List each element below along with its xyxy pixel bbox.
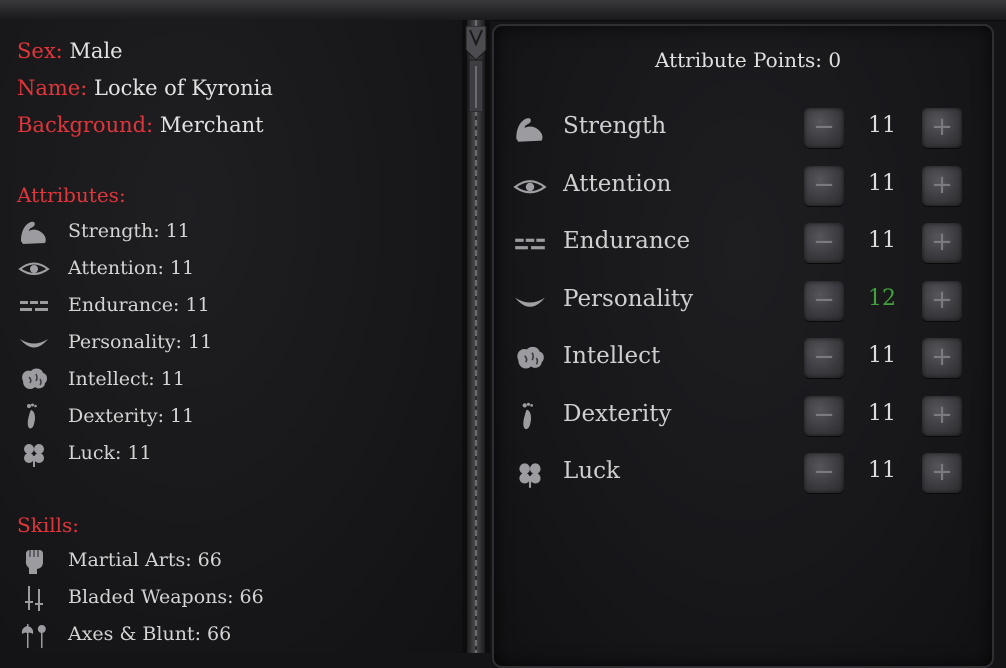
- eye-icon: [17, 254, 51, 284]
- alloc-value-strength: 11: [868, 113, 896, 138]
- alloc-value-endurance: 11: [868, 228, 896, 253]
- smile-icon: [512, 285, 548, 319]
- alloc-row-attention: Attention − 11 +: [512, 166, 972, 214]
- sex-line: Sex: Male: [17, 39, 123, 63]
- flexed-arm-icon: [512, 112, 548, 146]
- footprint-icon: [512, 400, 548, 434]
- alloc-row-strength: Strength − 11 +: [512, 108, 972, 156]
- divider-chain: [475, 20, 477, 653]
- background-line: Background: Merchant: [17, 113, 264, 137]
- background-value: Merchant: [159, 113, 264, 137]
- summary-row-strength: Strength: 11: [17, 217, 437, 249]
- skill-row-axes-blunt: Axes & Blunt: 66: [17, 620, 437, 652]
- summary-luck: Luck: 11: [68, 442, 152, 464]
- attributes-header: Attributes:: [17, 183, 126, 207]
- name-value: Locke of Kyronia: [94, 76, 273, 100]
- smile-icon: [17, 328, 51, 358]
- skill-martial-arts: Martial Arts: 66: [68, 549, 222, 571]
- alloc-row-luck: Luck − 11 +: [512, 453, 972, 501]
- bricks-icon: [17, 291, 51, 321]
- top-frame: [0, 0, 1006, 21]
- dexterity-increase-button[interactable]: +: [922, 396, 962, 436]
- endurance-decrease-button[interactable]: −: [804, 223, 844, 263]
- alloc-value-intellect: 11: [868, 343, 896, 368]
- alloc-name-intellect: Intellect: [563, 343, 661, 369]
- sex-label: Sex:: [17, 39, 63, 63]
- alloc-value-personality: 12: [868, 286, 896, 311]
- attribute-points-label: Attribute Points: 0: [655, 48, 842, 72]
- alloc-name-endurance: Endurance: [563, 228, 691, 254]
- summary-attention: Attention: 11: [68, 257, 195, 279]
- intellect-increase-button[interactable]: +: [922, 338, 962, 378]
- summary-strength: Strength: 11: [68, 220, 190, 242]
- name-label: Name:: [17, 76, 88, 100]
- strength-decrease-button[interactable]: −: [804, 108, 844, 148]
- intellect-decrease-button[interactable]: −: [804, 338, 844, 378]
- eye-icon: [512, 170, 548, 204]
- summary-row-endurance: Endurance: 11: [17, 291, 437, 323]
- panel-divider: [462, 20, 490, 653]
- alloc-name-luck: Luck: [563, 458, 620, 484]
- attention-decrease-button[interactable]: −: [804, 166, 844, 206]
- summary-row-personality: Personality: 11: [17, 328, 437, 360]
- flexed-arm-icon: [17, 217, 51, 247]
- sex-value: Male: [69, 39, 123, 63]
- personality-decrease-button[interactable]: −: [804, 281, 844, 321]
- personality-increase-button[interactable]: +: [922, 281, 962, 321]
- alloc-name-personality: Personality: [563, 286, 694, 312]
- fist-icon: [17, 546, 51, 576]
- summary-endurance: Endurance: 11: [68, 294, 210, 316]
- dexterity-decrease-button[interactable]: −: [804, 396, 844, 436]
- alloc-name-attention: Attention: [563, 171, 672, 197]
- summary-row-dexterity: Dexterity: 11: [17, 402, 437, 434]
- luck-increase-button[interactable]: +: [922, 453, 962, 493]
- alloc-value-luck: 11: [868, 458, 896, 483]
- axe-mace-icon: [17, 620, 51, 650]
- summary-intellect: Intellect: 11: [68, 368, 185, 390]
- strength-increase-button[interactable]: +: [922, 108, 962, 148]
- luck-decrease-button[interactable]: −: [804, 453, 844, 493]
- skill-row-bladed-weapons: Bladed Weapons: 66: [17, 583, 437, 615]
- summary-personality: Personality: 11: [68, 331, 213, 353]
- skills-header: Skills:: [17, 513, 80, 537]
- brain-icon: [17, 365, 51, 395]
- summary-row-luck: Luck: 11: [17, 439, 437, 471]
- alloc-row-personality: Personality − 12 +: [512, 281, 972, 329]
- alloc-value-dexterity: 11: [868, 401, 896, 426]
- brain-icon: [512, 342, 548, 376]
- bricks-icon: [512, 227, 548, 261]
- summary-row-intellect: Intellect: 11: [17, 365, 437, 397]
- summary-dexterity: Dexterity: 11: [68, 405, 195, 427]
- alloc-name-dexterity: Dexterity: [563, 401, 672, 427]
- alloc-row-dexterity: Dexterity − 11 +: [512, 396, 972, 444]
- skill-row-martial-arts: Martial Arts: 66: [17, 546, 437, 578]
- endurance-increase-button[interactable]: +: [922, 223, 962, 263]
- background-label: Background:: [17, 113, 154, 137]
- skill-axes-blunt: Axes & Blunt: 66: [68, 623, 232, 645]
- clover-icon: [512, 457, 548, 491]
- skill-bladed-weapons: Bladed Weapons: 66: [68, 586, 264, 608]
- alloc-value-attention: 11: [868, 171, 896, 196]
- divider-ornament: [463, 26, 489, 112]
- attention-increase-button[interactable]: +: [922, 166, 962, 206]
- footprint-icon: [17, 402, 51, 432]
- alloc-row-endurance: Endurance − 11 +: [512, 223, 972, 271]
- crossed-blades-icon: [17, 583, 51, 613]
- name-line: Name: Locke of Kyronia: [17, 76, 273, 100]
- summary-row-attention: Attention: 11: [17, 254, 437, 286]
- alloc-row-intellect: Intellect − 11 +: [512, 338, 972, 386]
- clover-icon: [17, 439, 51, 469]
- alloc-name-strength: Strength: [563, 113, 667, 139]
